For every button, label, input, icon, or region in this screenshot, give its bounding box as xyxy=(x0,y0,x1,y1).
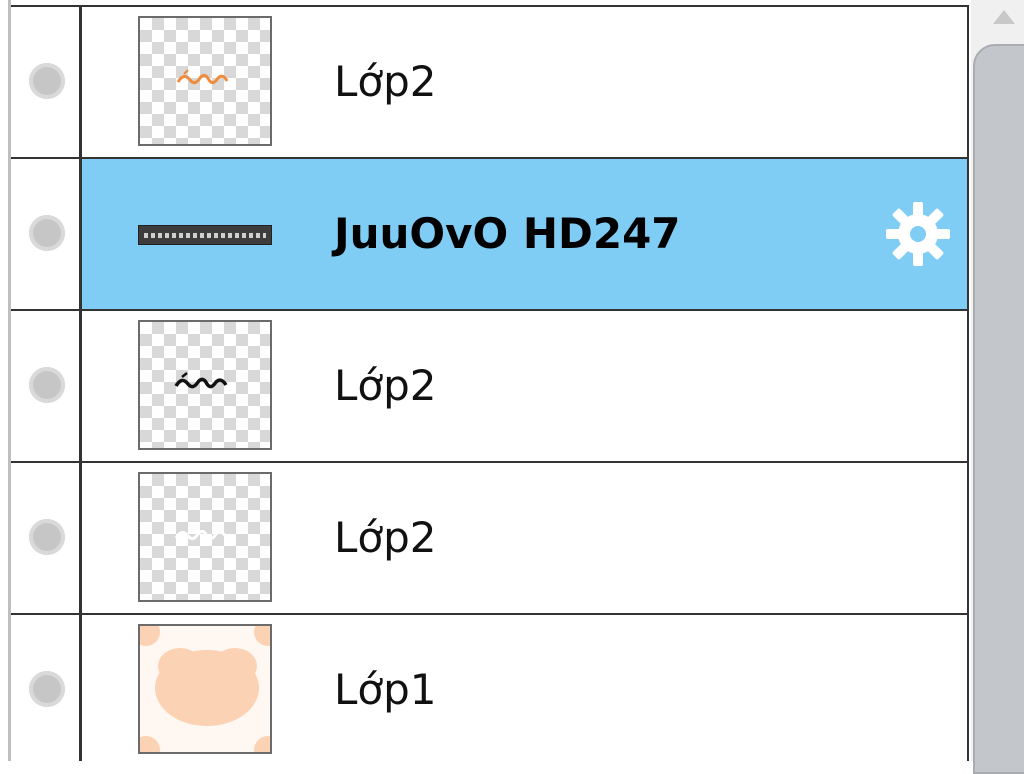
text-layer-thumbnail-icon xyxy=(138,225,272,245)
visibility-toggle[interactable] xyxy=(29,671,65,707)
white-text-thumbnail-icon xyxy=(174,529,228,541)
layer-row[interactable]: Lớp1 xyxy=(11,615,967,761)
layer-thumbnail xyxy=(138,320,272,450)
layer-row[interactable]: Lớp2 xyxy=(11,311,967,463)
layer-name: Lớp2 xyxy=(334,361,437,410)
vertical-scrollbar[interactable] xyxy=(971,0,1024,774)
visibility-toggle[interactable] xyxy=(29,63,65,99)
visibility-toggle[interactable] xyxy=(29,519,65,555)
black-text-thumbnail-icon xyxy=(174,372,228,389)
layer-name: JuuOvO HD247 xyxy=(334,209,681,258)
layer-row[interactable]: Lớp2 xyxy=(11,463,967,615)
peach-blob-thumbnail-icon xyxy=(140,626,270,752)
layer-name: Lớp2 xyxy=(334,57,437,106)
layer-thumbnail xyxy=(138,624,272,754)
layer-name: Lớp2 xyxy=(334,513,437,562)
layer-thumbnail xyxy=(138,225,272,245)
layer-row-selected[interactable]: JuuOvO HD247 xyxy=(11,159,967,311)
scroll-up-arrow-icon[interactable] xyxy=(993,10,1015,24)
gear-icon[interactable] xyxy=(883,199,953,269)
layer-name: Lớp1 xyxy=(334,665,437,714)
scrollbar-thumb[interactable] xyxy=(973,44,1024,774)
visibility-toggle[interactable] xyxy=(29,367,65,403)
layer-thumbnail xyxy=(138,16,272,146)
layer-list: Lớp2 JuuOvO HD247 Lớp2 Lớp2 Lớp1 xyxy=(11,5,969,761)
orange-text-thumbnail-icon xyxy=(176,69,229,85)
layer-thumbnail xyxy=(138,472,272,602)
visibility-toggle[interactable] xyxy=(29,215,65,251)
layer-row[interactable]: Lớp2 xyxy=(11,7,967,159)
visibility-column-divider xyxy=(79,7,82,761)
